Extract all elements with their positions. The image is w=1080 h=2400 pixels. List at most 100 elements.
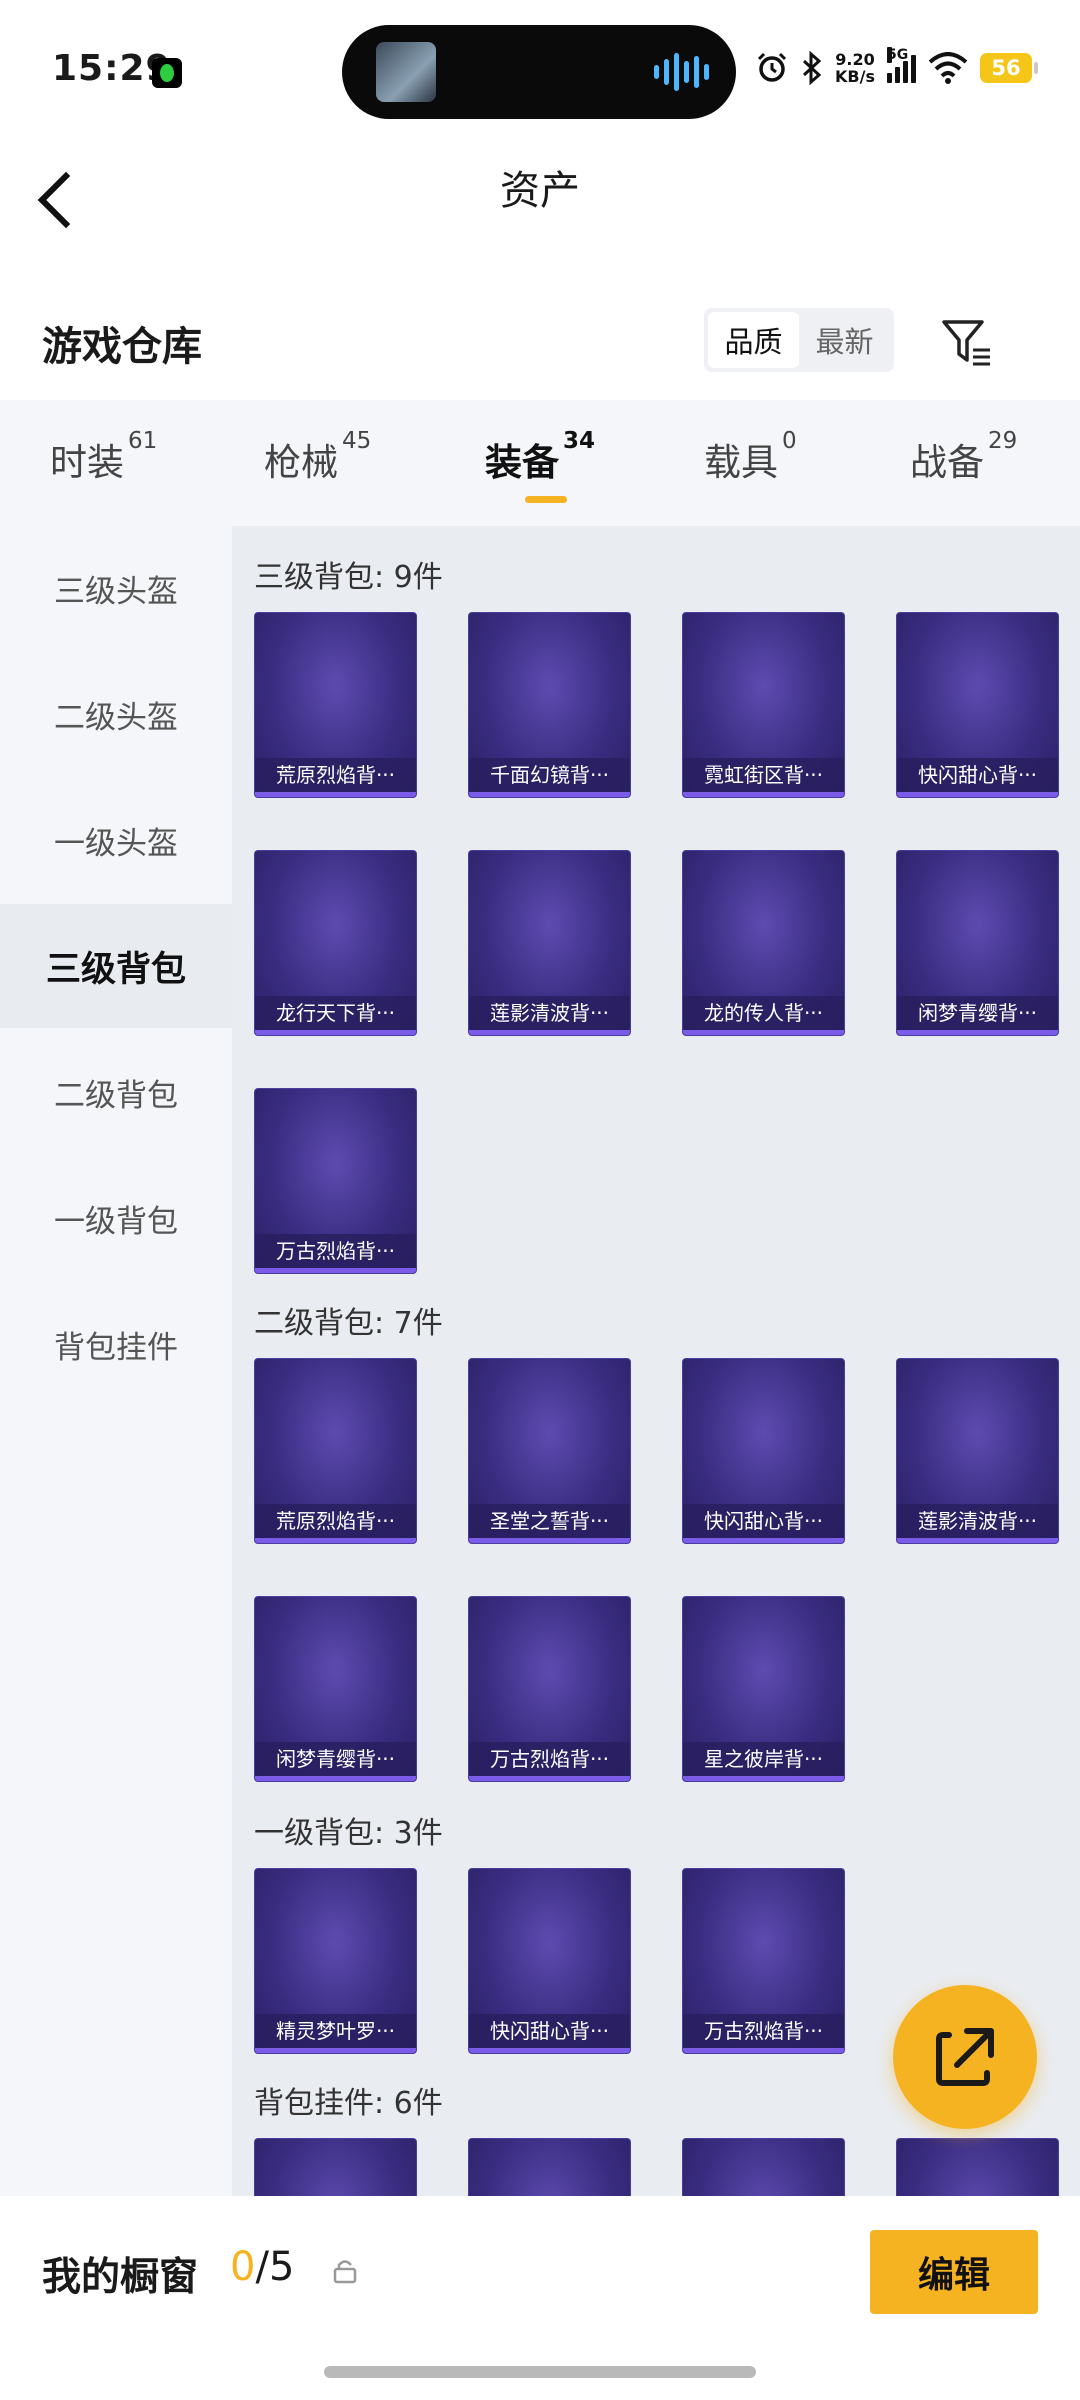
section-header: 三级背包: 9件 (254, 560, 443, 595)
alarm-icon (757, 52, 787, 82)
item-card[interactable]: 霓虹街区背··· (682, 612, 845, 798)
item-name: 荒原烈焰背··· (255, 1504, 416, 1538)
showcase-count: 0/5 (230, 2244, 295, 2290)
warehouse-title: 游戏仓库 (42, 324, 202, 370)
backpack-image (704, 869, 824, 993)
charm-image (918, 2157, 1038, 2196)
charm-image (704, 2157, 824, 2196)
item-name: 莲影清波背··· (469, 996, 630, 1030)
tab-equipment[interactable]: 装备 34 (485, 428, 595, 486)
item-name: 龙行天下背··· (255, 996, 416, 1030)
sidebar-item-backpack-2[interactable]: 二级背包 (0, 1030, 232, 1154)
home-indicator[interactable] (324, 2366, 756, 2378)
item-name: 快闪甜心背··· (469, 2014, 630, 2048)
section-header: 二级背包: 7件 (254, 1306, 443, 1341)
item-name: 荒原烈焰背··· (255, 758, 416, 792)
item-name: 莲影清波背··· (897, 1504, 1058, 1538)
lock-icon (333, 2260, 357, 2284)
bluetooth-icon (803, 51, 822, 85)
item-name: 万古烈焰背··· (683, 2014, 844, 2048)
item-card[interactable]: 精灵梦叶罗··· (254, 1868, 417, 2054)
warehouse-title-row: 游戏仓库 品质 最新 (0, 280, 1080, 400)
backpack-image (276, 869, 396, 993)
item-card[interactable]: 快闪甜心背··· (468, 1868, 631, 2054)
media-thumbnail (376, 42, 436, 102)
backpack-image (490, 1887, 610, 2011)
dynamic-island[interactable] (342, 25, 736, 119)
item-card[interactable]: 闲梦青缨背··· (254, 1596, 417, 1782)
audio-wave-icon (654, 53, 709, 91)
sort-toggle: 品质 最新 (704, 308, 894, 372)
charm-image (490, 2157, 610, 2196)
backpack-image (918, 1377, 1038, 1501)
item-name: 快闪甜心背··· (897, 758, 1058, 792)
item-card[interactable]: 圣堂之誓背··· (468, 1358, 631, 1544)
sort-quality-button[interactable]: 品质 (708, 312, 799, 368)
item-card[interactable]: 千面幻镜背··· (468, 612, 631, 798)
item-name: 龙的传人背··· (683, 996, 844, 1030)
item-card[interactable]: 荒原烈焰背··· (254, 612, 417, 798)
item-name: 千面幻镜背··· (469, 758, 630, 792)
item-card[interactable]: 荒原烈焰背··· (254, 1358, 417, 1544)
item-card[interactable]: 万古烈焰背··· (254, 1088, 417, 1274)
item-card[interactable]: 万古烈焰背··· (468, 1596, 631, 1782)
sidebar-item-helmet-2[interactable]: 二级头盔 (0, 652, 232, 776)
item-card[interactable]: 万古烈焰背··· (682, 1868, 845, 2054)
status-icons: 9.20 KB/s 5G 56 (755, 46, 1038, 90)
item-card[interactable]: 莲影清波背··· (468, 850, 631, 1036)
item-name: 闲梦青缨背··· (255, 1742, 416, 1776)
tab-fashion[interactable]: 时装 61 (50, 428, 157, 486)
item-card[interactable] (468, 2138, 631, 2196)
sidebar-item-backpack-charm[interactable]: 背包挂件 (0, 1282, 232, 1406)
sidebar-item-backpack-1[interactable]: 一级背包 (0, 1156, 232, 1280)
nav-header: 资产 (0, 140, 1080, 265)
item-card[interactable]: 莲影清波背··· (896, 1358, 1059, 1544)
filter-icon[interactable] (940, 316, 994, 370)
backpack-image (276, 631, 396, 755)
item-name: 精灵梦叶罗··· (255, 2014, 416, 2048)
item-list: 三级背包: 9件 荒原烈焰背··· 千面幻镜背··· 霓虹街区背··· 快闪甜心… (232, 526, 1080, 2196)
backpack-image (276, 1377, 396, 1501)
sidebar-item-helmet-1[interactable]: 一级头盔 (0, 778, 232, 902)
signal-icon: 5G (887, 47, 916, 83)
tab-vehicles[interactable]: 载具 0 (704, 428, 797, 486)
share-button[interactable] (893, 1985, 1037, 2129)
item-card[interactable]: 龙行天下背··· (254, 850, 417, 1036)
backpack-image (276, 1887, 396, 2011)
backpack-image (918, 631, 1038, 755)
item-card[interactable]: 星之彼岸背··· (682, 1596, 845, 1782)
active-tab-indicator (525, 496, 567, 503)
wifi-icon (928, 52, 968, 84)
item-card[interactable] (254, 2138, 417, 2196)
backpack-image (490, 1377, 610, 1501)
sidebar-item-helmet-3[interactable]: 三级头盔 (0, 526, 232, 650)
item-card[interactable] (896, 2138, 1059, 2196)
item-name: 闲梦青缨背··· (897, 996, 1058, 1030)
backpack-image (276, 1615, 396, 1739)
net-speed: 9.20 KB/s (835, 50, 875, 86)
page-title: 资产 (500, 168, 580, 214)
category-tabs: 时装 61 枪械 45 装备 34 载具 0 战备 29 (0, 400, 1080, 526)
item-name: 万古烈焰背··· (255, 1234, 416, 1268)
item-card[interactable]: 闲梦青缨背··· (896, 850, 1059, 1036)
item-card[interactable]: 快闪甜心背··· (896, 612, 1059, 798)
edit-button[interactable]: 编辑 (870, 2230, 1038, 2314)
tab-supplies[interactable]: 战备 29 (910, 428, 1017, 486)
tab-guns[interactable]: 枪械 45 (264, 428, 371, 486)
backpack-image (490, 631, 610, 755)
bottom-bar: 我的橱窗 0/5 编辑 (0, 2196, 1080, 2400)
backpack-image (704, 1377, 824, 1501)
backpack-image (704, 1887, 824, 2011)
sidebar: 三级头盔 二级头盔 一级头盔 三级背包 二级背包 一级背包 背包挂件 (0, 526, 232, 2196)
item-card[interactable]: 龙的传人背··· (682, 850, 845, 1036)
item-card[interactable] (682, 2138, 845, 2196)
sort-newest-button[interactable]: 最新 (799, 312, 890, 368)
item-card[interactable]: 快闪甜心背··· (682, 1358, 845, 1544)
sidebar-item-backpack-3[interactable]: 三级背包 (0, 904, 232, 1028)
backpack-image (490, 1615, 610, 1739)
status-bar: 15:29 9.20 KB/s 5G 56 (0, 0, 1080, 140)
battery-icon: 56 (980, 53, 1038, 83)
backpack-image (276, 1107, 396, 1231)
item-name: 星之彼岸背··· (683, 1742, 844, 1776)
backpack-image (918, 869, 1038, 993)
